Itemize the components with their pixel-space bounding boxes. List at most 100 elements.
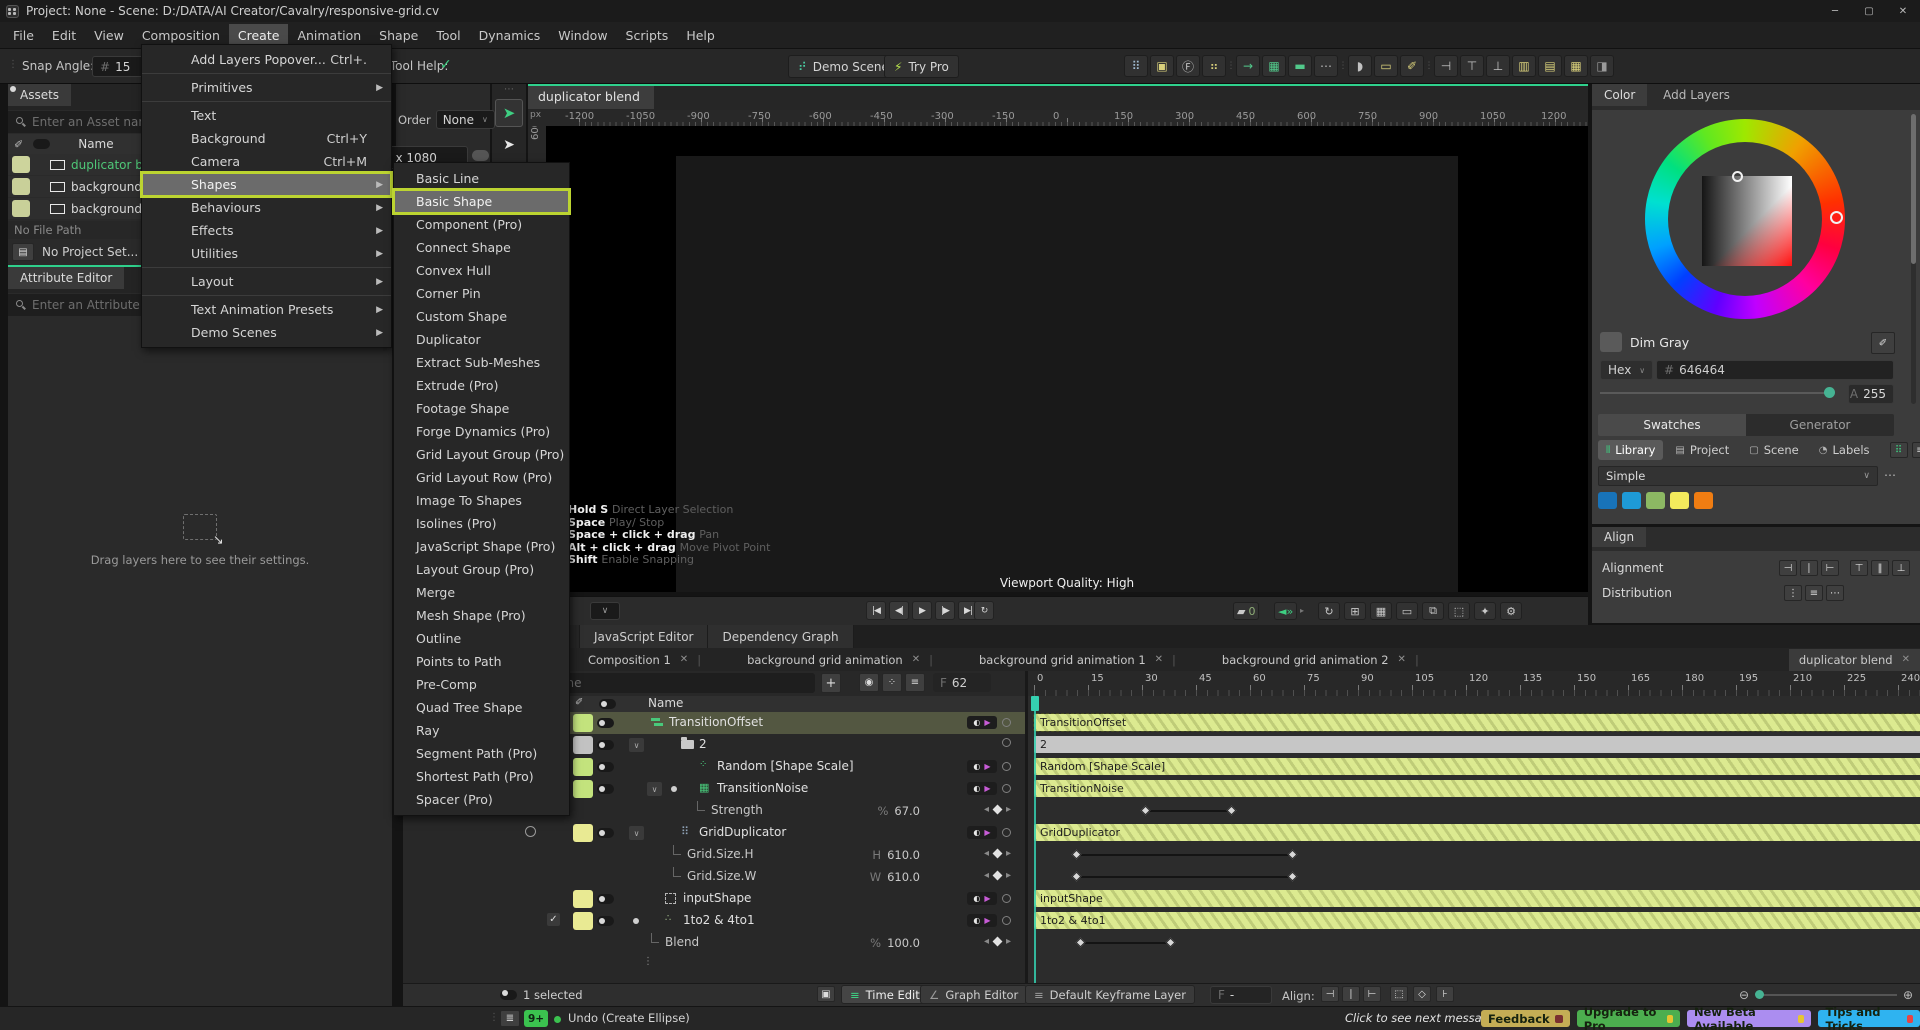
create-menu-item-utilities[interactable]: Utilities▶ <box>142 242 391 265</box>
link-ring-icon[interactable] <box>1002 784 1011 793</box>
expand-chevron-icon[interactable]: ∨ <box>629 826 644 840</box>
range-dropdown[interactable]: ∨ <box>590 602 620 620</box>
viewport-tab[interactable]: duplicator blend <box>528 86 654 109</box>
layer-visibility-toggle[interactable] <box>597 916 614 926</box>
align-left-icon[interactable]: ⊣ <box>1434 55 1458 77</box>
color-swatch-chip[interactable] <box>1598 492 1617 509</box>
dither-icon[interactable]: ✦ <box>1474 602 1496 620</box>
play-button[interactable]: ▶ <box>912 601 932 620</box>
layer-bar[interactable]: TransitionNoise <box>1034 780 1920 797</box>
submenu-item-quad-tree-shape[interactable]: Quad Tree Shape <box>394 696 569 719</box>
create-menu-item-camera[interactable]: CameraCtrl+M <box>142 150 391 173</box>
submenu-item-isolines-pro-[interactable]: Isolines (Pro) <box>394 512 569 535</box>
hex-mode-dropdown[interactable]: Hex∨ <box>1600 360 1653 380</box>
next-key-arrow-icon[interactable]: ▸ <box>1006 870 1011 881</box>
keyframe-icon[interactable] <box>1288 850 1298 860</box>
parent-child-pill[interactable]: ◐▶ <box>967 826 997 839</box>
link-ring-icon[interactable] <box>1002 916 1011 925</box>
library-tab-library[interactable]: ⫴Library <box>1598 440 1663 460</box>
menubar-item-tool[interactable]: Tool <box>427 24 469 47</box>
graph-editor-button[interactable]: ∠Graph Editor <box>920 985 1027 1004</box>
timeline-zoom-slider[interactable] <box>1757 994 1897 996</box>
align-button-4[interactable]: ‖ <box>1871 560 1889 576</box>
solo-dot-icon[interactable] <box>671 786 677 792</box>
message-count-badge[interactable]: 9+ <box>524 1010 548 1027</box>
attribute-value[interactable]: %67.0 <box>877 804 920 818</box>
alpha-slider-track[interactable] <box>1600 392 1832 394</box>
timeline-ruler[interactable]: 0153045607590105120135150165180195210225… <box>1028 671 1920 696</box>
grid-view-icon[interactable]: ⠿ <box>1890 442 1908 458</box>
alpha-field[interactable]: A 255 <box>1848 384 1894 404</box>
create-menu-item-shapes[interactable]: Shapes▶ <box>142 173 391 196</box>
align-button-2[interactable]: ⊢ <box>1821 560 1839 576</box>
align-top-icon[interactable]: ⊤ <box>1460 55 1484 77</box>
menubar-item-dynamics[interactable]: Dynamics <box>470 24 550 47</box>
composition-tab-2[interactable]: background grid animation 1✕| <box>969 649 1186 671</box>
layer-visibility-toggle[interactable] <box>597 894 614 904</box>
submenu-item-image-to-shapes[interactable]: Image To Shapes <box>394 489 569 512</box>
solo-dot-icon[interactable] <box>633 918 639 924</box>
create-menu-item-demo-scenes[interactable]: Demo Scenes▶ <box>142 321 391 344</box>
submenu-item-layout-group-pro-[interactable]: Layout Group (Pro) <box>394 558 569 581</box>
scatter-dots-icon[interactable]: ⠶ <box>1202 55 1226 77</box>
layer-color-swatch[interactable] <box>573 890 593 908</box>
previous-frame-button[interactable]: ◀| <box>889 601 909 620</box>
composition-tab-3[interactable]: background grid animation 2✕| <box>1212 649 1429 671</box>
submenu-item-forge-dynamics-pro-[interactable]: Forge Dynamics (Pro) <box>394 420 569 443</box>
color-panel-scrollbar[interactable] <box>1911 114 1916 404</box>
eyedropper-icon[interactable]: ✐ <box>14 138 23 151</box>
console-icon[interactable]: ≣ <box>500 1010 520 1027</box>
keyframe-diamond-icon[interactable] <box>993 871 1003 881</box>
layer-visibility-toggle[interactable] <box>597 762 614 772</box>
attribute-row-blend[interactable]: Blend%100.0◂▸ <box>403 932 1025 954</box>
status-align-button-3[interactable]: ⬚ <box>1390 986 1408 1002</box>
panel-tab-dependency-graph[interactable]: Dependency Graph <box>708 625 853 648</box>
submenu-item-corner-pin[interactable]: Corner Pin <box>394 282 569 305</box>
composition-tab-1[interactable]: background grid animation✕| <box>737 649 943 671</box>
tool-strip-handle[interactable]: ⋯ <box>492 84 526 95</box>
close-button[interactable]: ✕ <box>1886 0 1920 22</box>
swatch-group-dropdown[interactable]: Simple ∨ <box>1598 466 1878 486</box>
link-ring-icon[interactable] <box>1002 738 1011 747</box>
layer-visibility-toggle[interactable] <box>597 828 614 838</box>
grid-dots-icon[interactable]: ⠿ <box>1124 55 1148 77</box>
menubar-item-scripts[interactable]: Scripts <box>617 24 678 47</box>
attribute-row-grid-size-h[interactable]: Grid.Size.HH610.0◂▸ <box>403 844 1025 866</box>
list-view-icon[interactable]: ≡ <box>1912 442 1920 458</box>
playhead-line[interactable] <box>1034 696 1036 983</box>
order-dropdown[interactable]: None∨ <box>436 110 495 129</box>
swatches-tab[interactable]: Swatches <box>1598 414 1746 436</box>
link-ring-icon[interactable] <box>1002 762 1011 771</box>
parent-child-pill[interactable]: ◐▶ <box>967 782 997 795</box>
submenu-item-segment-path-pro-[interactable]: Segment Path (Pro) <box>394 742 569 765</box>
notification-upgrade-to-pro[interactable]: Upgrade to Pro <box>1577 1010 1680 1027</box>
submenu-item-mesh-shape-pro-[interactable]: Mesh Shape (Pro) <box>394 604 569 627</box>
menubar-item-view[interactable]: View <box>85 24 133 47</box>
layer-row-1to2-4to1[interactable]: ✓∴1to2 & 4to1◐▶ <box>403 910 1025 932</box>
submenu-item-grid-layout-row-pro-[interactable]: Grid Layout Row (Pro) <box>394 466 569 489</box>
menubar-item-window[interactable]: Window <box>549 24 616 47</box>
keyframe-layer-dropdown[interactable]: ≡Default Keyframe Layer <box>1025 985 1195 1004</box>
align-button-3[interactable]: ⊤ <box>1850 560 1868 576</box>
hue-marker[interactable] <box>1830 211 1843 224</box>
pen-tool-icon[interactable]: ✐ <box>1400 55 1424 77</box>
distribute-button-0[interactable]: ⋮ <box>1784 585 1802 601</box>
speaker-expand-icon[interactable]: ▸ <box>1300 606 1304 615</box>
keyframe-icon[interactable] <box>1072 850 1082 860</box>
submenu-item-pre-comp[interactable]: Pre-Comp <box>394 673 569 696</box>
pixel-preview-icon[interactable]: ▦ <box>1370 602 1392 620</box>
saturation-value-box[interactable] <box>1702 176 1792 266</box>
zoom-in-icon[interactable]: ⊕ <box>1903 988 1913 1002</box>
snap-grid-icon[interactable]: ⊞ <box>1344 602 1366 620</box>
visibility-toggle-header-icon[interactable] <box>33 139 50 149</box>
pill-icon[interactable]: ▬ <box>1288 55 1312 77</box>
notification-feedback[interactable]: Feedback <box>1481 1010 1570 1027</box>
visibility-header-icon[interactable] <box>599 699 616 709</box>
attribute-value[interactable]: H610.0 <box>872 848 920 862</box>
columns-icon[interactable]: ▥ <box>1512 55 1536 77</box>
rows-icon[interactable]: ▤ <box>1538 55 1562 77</box>
frame-field[interactable]: F 62 <box>933 673 991 692</box>
submenu-item-shortest-path-pro-[interactable]: Shortest Path (Pro) <box>394 765 569 788</box>
generator-tab[interactable]: Generator <box>1746 414 1894 436</box>
close-tab-icon[interactable]: ✕ <box>912 654 920 665</box>
